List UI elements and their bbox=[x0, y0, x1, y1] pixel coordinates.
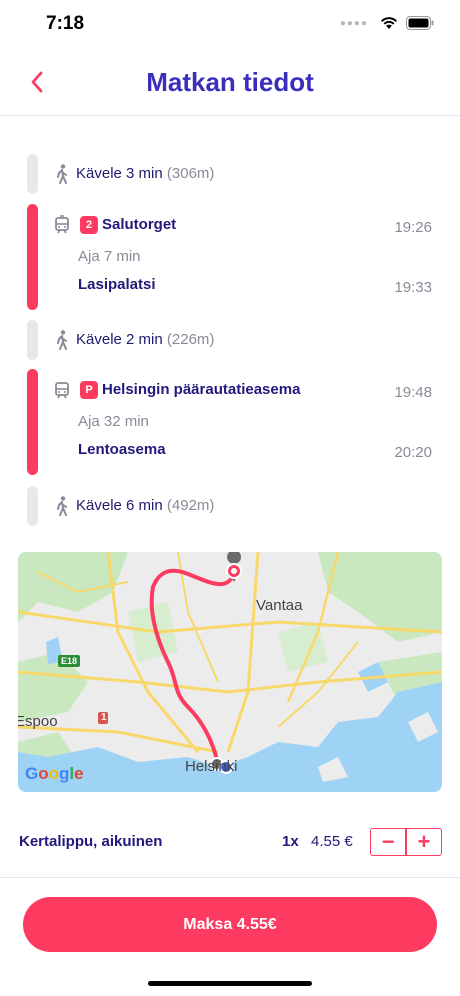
wifi-icon bbox=[380, 16, 398, 30]
ride-bar bbox=[27, 369, 38, 475]
route-badge: P bbox=[80, 381, 98, 399]
decrement-button[interactable]: − bbox=[371, 829, 405, 855]
walk-icon bbox=[57, 496, 67, 516]
walk-duration: Kävele 6 min bbox=[76, 497, 163, 514]
arrival-time: 20:20 bbox=[394, 444, 432, 461]
page-title: Matkan tiedot bbox=[146, 67, 314, 97]
walk-duration: Kävele 3 min bbox=[76, 165, 163, 182]
header: Matkan tiedot bbox=[0, 50, 460, 116]
map-label-vantaa: Vantaa bbox=[256, 597, 303, 614]
walk-distance: (492m) bbox=[166, 497, 215, 514]
route-badge: 2 bbox=[80, 216, 98, 234]
route-map[interactable]: Vantaa Espoo Helsinki E18 1 Google bbox=[18, 552, 442, 792]
ride-duration: Aja 32 min bbox=[78, 413, 149, 430]
home-indicator bbox=[148, 981, 312, 986]
map-canvas bbox=[18, 552, 442, 792]
map-label-espoo: Espoo bbox=[18, 713, 58, 730]
signal-icon: ●●●● bbox=[339, 17, 368, 29]
battery-icon bbox=[406, 16, 434, 30]
map-label-road-1: 1 bbox=[101, 712, 107, 723]
departure-stop: Salutorget bbox=[102, 216, 177, 233]
train-icon bbox=[55, 382, 69, 399]
walk-info: Kävele 2 min (226m) bbox=[76, 331, 214, 348]
ticket-row: Kertalippu, aikuinen 1x 4.55 € − + bbox=[0, 808, 460, 878]
walk-info: Kävele 3 min (306m) bbox=[76, 165, 214, 182]
quantity-stepper: − + bbox=[370, 828, 442, 856]
map-label-helsinki: Helsinki bbox=[185, 758, 238, 775]
arrival-stop: Lasipalatsi bbox=[78, 276, 156, 293]
walk-bar bbox=[27, 486, 38, 526]
status-bar: 7:18 ●●●● bbox=[0, 0, 460, 50]
pay-button[interactable]: Maksa 4.55€ bbox=[23, 897, 437, 952]
walk-duration: Kävele 2 min bbox=[76, 331, 163, 348]
walk-distance: (226m) bbox=[166, 331, 215, 348]
walk-distance: (306m) bbox=[166, 165, 215, 182]
status-time: 7:18 bbox=[46, 13, 85, 34]
map-label-e18: E18 bbox=[61, 656, 78, 666]
walk-icon bbox=[57, 164, 67, 184]
ticket-quantity: 1x bbox=[282, 833, 299, 850]
walk-icon bbox=[57, 330, 67, 350]
walk-info: Kävele 6 min (492m) bbox=[76, 497, 214, 514]
walk-bar bbox=[27, 320, 38, 360]
ride-duration: Aja 7 min bbox=[78, 248, 141, 265]
departure-time: 19:48 bbox=[394, 384, 432, 401]
arrival-time: 19:33 bbox=[394, 279, 432, 296]
ticket-price: 4.55 € bbox=[311, 833, 353, 850]
ride-bar bbox=[27, 204, 38, 310]
departure-stop: Helsingin päärautatieasema bbox=[102, 381, 301, 398]
tram-icon bbox=[55, 215, 69, 234]
walk-bar bbox=[27, 154, 38, 194]
departure-time: 19:26 bbox=[394, 219, 432, 236]
arrival-stop: Lentoasema bbox=[78, 441, 166, 458]
ticket-name: Kertalippu, aikuinen bbox=[19, 833, 163, 850]
status-icons: ●●●● bbox=[340, 16, 434, 30]
increment-button[interactable]: + bbox=[407, 829, 441, 855]
google-logo: Google bbox=[25, 764, 84, 783]
